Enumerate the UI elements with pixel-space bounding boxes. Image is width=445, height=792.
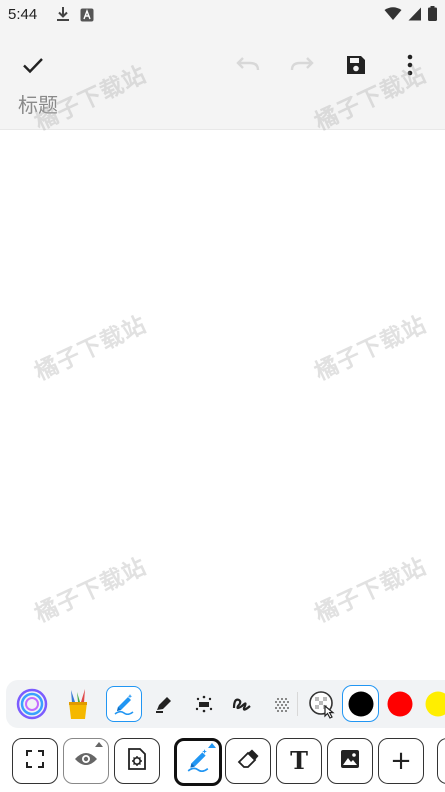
eraser-button[interactable] [225, 738, 271, 784]
editor-toolbar [0, 32, 445, 130]
drawing-canvas[interactable] [0, 130, 445, 678]
color-swatch-black[interactable] [342, 685, 379, 722]
download-icon [56, 6, 70, 26]
color-swatch-yellow[interactable] [420, 686, 445, 722]
dropdown-caret-icon [95, 742, 103, 747]
dropdown-caret-icon [208, 743, 216, 748]
tray-divider [297, 692, 298, 716]
wifi-icon [384, 6, 402, 25]
bottom-toolbar: T + [0, 734, 445, 792]
settings-page-icon [127, 748, 147, 774]
title-input[interactable] [18, 90, 318, 120]
status-bar: 5:44 [0, 0, 445, 32]
eye-icon [74, 751, 98, 771]
status-time: 5:44 [8, 6, 38, 23]
pen-holder-icon[interactable] [60, 686, 96, 722]
insert-image-button[interactable] [327, 738, 373, 784]
text-tool-button[interactable]: T [276, 738, 322, 784]
fullscreen-button[interactable] [12, 738, 58, 784]
more-tools-button[interactable] [437, 738, 445, 784]
eraser-icon [237, 749, 259, 773]
pen-tray [6, 680, 445, 728]
app-a-icon [80, 7, 94, 26]
add-icon: + [390, 746, 412, 776]
check-icon[interactable] [13, 45, 53, 85]
battery-icon [428, 6, 437, 25]
squiggle-brush-icon[interactable] [224, 686, 260, 722]
spray-icon[interactable] [264, 686, 300, 722]
add-button[interactable]: + [378, 738, 424, 784]
page-settings-button[interactable] [114, 738, 160, 784]
redo-icon[interactable] [282, 45, 322, 85]
cellular-signal-icon [408, 6, 422, 25]
text-tool-icon: T [290, 746, 308, 775]
save-icon[interactable] [336, 45, 376, 85]
undo-icon[interactable] [228, 45, 268, 85]
view-mode-button[interactable] [63, 738, 109, 784]
ai-pen-icon[interactable] [106, 686, 142, 722]
marker-icon[interactable] [146, 686, 182, 722]
pen-tool-button[interactable] [174, 738, 222, 786]
dotted-brush-icon[interactable] [186, 686, 222, 722]
color-swatch-red[interactable] [382, 686, 418, 722]
pen-tool-icon [186, 748, 210, 776]
more-vert-icon[interactable] [392, 45, 428, 85]
fullscreen-icon [26, 750, 44, 772]
ring-icon[interactable] [14, 686, 50, 722]
image-icon [340, 749, 360, 773]
color-picker-icon[interactable] [304, 686, 340, 722]
